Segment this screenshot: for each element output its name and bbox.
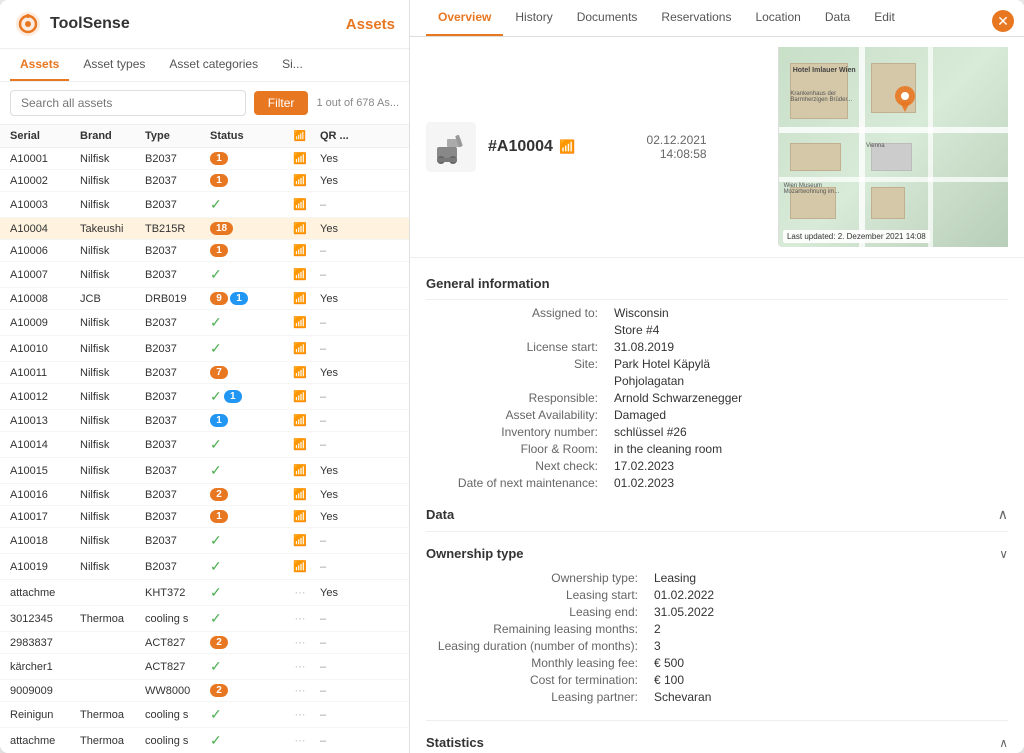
- map-street-v: [859, 47, 865, 247]
- tab-documents[interactable]: Documents: [565, 0, 650, 36]
- table-header: Serial Brand Type Status 📶 QR ...: [0, 125, 409, 148]
- map-container: Hotel Imlauer Wien Krankenhaus derBarmhe…: [778, 47, 1008, 247]
- ownership-grid: Ownership type:Leasing Leasing start:01.…: [426, 567, 986, 712]
- table-row[interactable]: A10003 Nilfisk B2037 ✓ 📶 –: [0, 192, 409, 218]
- general-info-header: General information: [426, 268, 1008, 300]
- data-section-title: Data: [426, 507, 454, 522]
- table-body: A10001 Nilfisk B2037 1 📶 Yes A10002 Nilf…: [0, 148, 409, 753]
- table-row[interactable]: attachme Thermoa cooling s ✓ ⋯ –: [0, 728, 409, 753]
- tab-assets[interactable]: Assets: [10, 49, 69, 81]
- table-row[interactable]: A10002 Nilfisk B2037 1 📶 Yes: [0, 170, 409, 192]
- tab-location[interactable]: Location: [743, 0, 812, 36]
- statistics-title: Statistics: [426, 735, 484, 750]
- tab-edit[interactable]: Edit: [862, 0, 907, 36]
- map-label-vienna: Vienna: [866, 143, 885, 149]
- left-header: ToolSense Assets: [0, 0, 409, 49]
- data-chevron-icon: ∧: [998, 506, 1008, 523]
- asset-date: 02.12.2021 14:08:58: [647, 133, 707, 161]
- table-row[interactable]: A10016 Nilfisk B2037 2 📶 Yes: [0, 484, 409, 506]
- statistics-chevron-icon: ∧: [999, 736, 1008, 750]
- asset-header: #A10004 📶 02.12.2021 14:08:58: [410, 37, 1024, 258]
- right-tabs: Overview History Documents Reservations …: [410, 0, 1024, 37]
- table-row[interactable]: 9009009 WW8000 2 ⋯ –: [0, 680, 409, 702]
- tab-sites[interactable]: Si...: [272, 49, 313, 81]
- asset-id: #A10004: [488, 138, 553, 156]
- table-row[interactable]: kärcher1 ACT827 ✓ ⋯ –: [0, 654, 409, 680]
- app-container: ToolSense Assets Assets Asset types Asse…: [0, 0, 1024, 753]
- map-building3: [790, 143, 840, 171]
- left-panel: ToolSense Assets Assets Asset types Asse…: [0, 0, 410, 753]
- col-qr: QR ...: [320, 130, 360, 142]
- left-tabs: Assets Asset types Asset categories Si..…: [0, 49, 409, 82]
- ownership-section: Ownership type ∨ Ownership type:Leasing …: [426, 540, 1008, 712]
- col-status: Status: [210, 130, 280, 142]
- map-label-museum: Wien MuseumMozartwohnung im...: [784, 183, 840, 195]
- col-type: Type: [145, 130, 210, 142]
- ownership-header[interactable]: Ownership type ∨: [426, 540, 1008, 567]
- table-row[interactable]: A10007 Nilfisk B2037 ✓ 📶 –: [0, 262, 409, 288]
- table-row[interactable]: A10018 Nilfisk B2037 ✓ 📶 –: [0, 528, 409, 554]
- assets-title: Assets: [346, 16, 395, 33]
- wireless-signal-icon: 📶: [559, 139, 575, 155]
- toolsense-logo-icon: [14, 10, 42, 38]
- map-pin: [893, 84, 917, 117]
- table-row[interactable]: A10001 Nilfisk B2037 1 📶 Yes: [0, 148, 409, 170]
- general-info-grid: Assigned to:Wisconsin Store #4 License s…: [426, 306, 986, 498]
- map-last-updated: Last updated: 2. Dezember 2021 14:08: [783, 230, 930, 243]
- asset-image: [429, 125, 473, 169]
- search-filter-row: Filter 1 out of 678 As...: [0, 82, 409, 125]
- col-wireless: 📶: [280, 130, 320, 142]
- table-row[interactable]: A10015 Nilfisk B2037 ✓ 📶 Yes: [0, 458, 409, 484]
- statistics-header[interactable]: Statistics ∧: [426, 729, 1008, 753]
- general-info-section: General information Assigned to:Wisconsi…: [410, 258, 1024, 753]
- close-button[interactable]: ✕: [992, 10, 1014, 32]
- tab-asset-categories[interactable]: Asset categories: [159, 49, 268, 81]
- filter-button[interactable]: Filter: [254, 91, 309, 115]
- map-street-h2: [779, 177, 1008, 182]
- table-row-selected[interactable]: A10004 Takeushi TB215R 18 📶 Yes: [0, 218, 409, 240]
- asset-id-area: #A10004 📶: [488, 138, 575, 156]
- count-label: 1 out of 678 As...: [316, 97, 399, 109]
- right-panel: ✕ Overview History Documents Reservation…: [410, 0, 1024, 753]
- ownership-chevron-icon: ∨: [999, 547, 1008, 561]
- table-row[interactable]: A10012 Nilfisk B2037 ✓ 1 📶 –: [0, 384, 409, 410]
- table-row[interactable]: 2983837 ACT827 2 ⋯ –: [0, 632, 409, 654]
- map-building6: [871, 187, 905, 219]
- col-serial: Serial: [10, 130, 80, 142]
- statistics-section: Statistics ∧: [426, 720, 1008, 753]
- ownership-title: Ownership type: [426, 546, 524, 561]
- table-row[interactable]: A10008 JCB DRB019 9 1 📶 Yes: [0, 288, 409, 310]
- logo-area: ToolSense: [14, 10, 130, 38]
- tab-overview[interactable]: Overview: [426, 0, 503, 36]
- map-street-v2: [928, 47, 933, 247]
- data-section-header[interactable]: Data ∧: [426, 498, 1008, 532]
- logo-text: ToolSense: [50, 15, 130, 33]
- general-info-title: General information: [426, 276, 550, 291]
- asset-thumbnail: [426, 122, 476, 172]
- map-street-h: [779, 127, 1008, 133]
- table-row[interactable]: Reinigun Thermoa cooling s ✓ ⋯ –: [0, 702, 409, 728]
- tab-reservations[interactable]: Reservations: [649, 0, 743, 36]
- right-content: #A10004 📶 02.12.2021 14:08:58: [410, 37, 1024, 753]
- tab-history[interactable]: History: [503, 0, 564, 36]
- table-row[interactable]: A10017 Nilfisk B2037 1 📶 Yes: [0, 506, 409, 528]
- map-label-krankenhaus: Krankenhaus derBarmherzigen Brüder...: [790, 91, 852, 103]
- map-label-hotel: Hotel Imlauer Wien: [793, 67, 856, 74]
- table-row[interactable]: A10010 Nilfisk B2037 ✓ 📶 –: [0, 336, 409, 362]
- table-row[interactable]: A10009 Nilfisk B2037 ✓ 📶 –: [0, 310, 409, 336]
- table-row[interactable]: A10019 Nilfisk B2037 ✓ 📶 –: [0, 554, 409, 580]
- table-row[interactable]: A10014 Nilfisk B2037 ✓ 📶 –: [0, 432, 409, 458]
- table-row[interactable]: attachme KHT372 ✓ ⋯ Yes: [0, 580, 409, 606]
- table-row[interactable]: 3012345 Thermoa cooling s ✓ ⋯ –: [0, 606, 409, 632]
- table-row[interactable]: A10011 Nilfisk B2037 7 📶 Yes: [0, 362, 409, 384]
- search-input[interactable]: [10, 90, 246, 116]
- table-row[interactable]: A10006 Nilfisk B2037 1 📶 –: [0, 240, 409, 262]
- col-brand: Brand: [80, 130, 145, 142]
- table-row[interactable]: A10013 Nilfisk B2037 1 📶 –: [0, 410, 409, 432]
- map-background: Hotel Imlauer Wien Krankenhaus derBarmhe…: [779, 47, 1008, 247]
- tab-data[interactable]: Data: [813, 0, 862, 36]
- tab-asset-types[interactable]: Asset types: [73, 49, 155, 81]
